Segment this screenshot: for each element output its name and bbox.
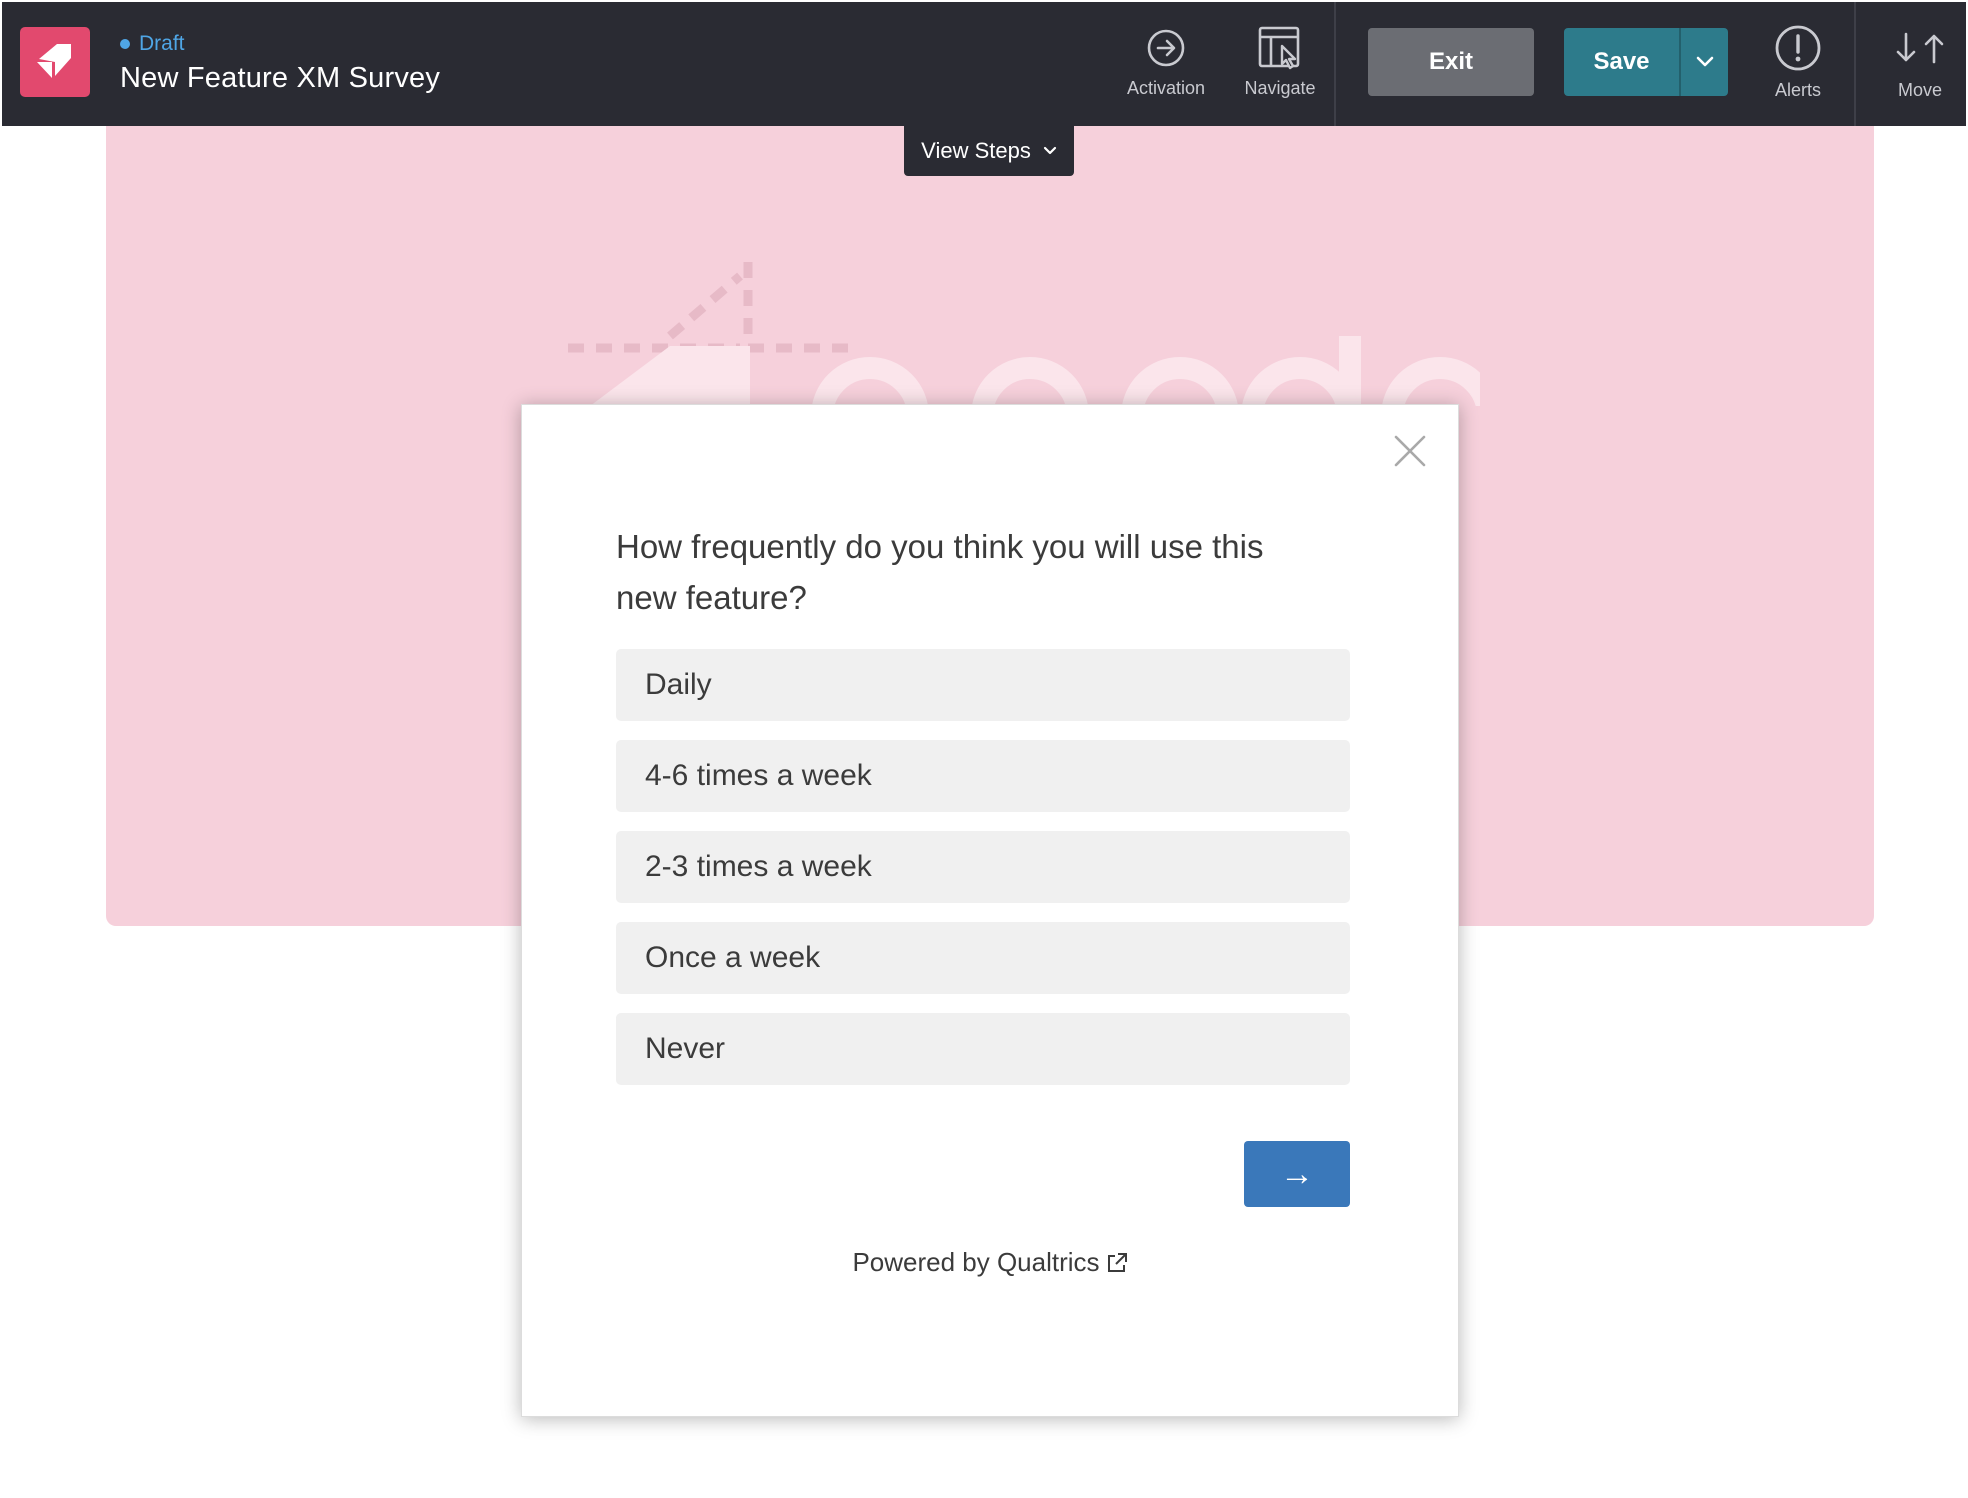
exit-button[interactable]: Exit — [1368, 28, 1534, 96]
answer-option-once-a-week[interactable]: Once a week — [616, 922, 1350, 994]
survey-question: How frequently do you think you will use… — [616, 528, 1264, 616]
chevron-down-icon — [1696, 56, 1713, 67]
toolbar-divider — [1854, 2, 1856, 126]
exclamation-circle-icon — [1775, 25, 1821, 71]
view-steps-label: View Steps — [921, 138, 1031, 163]
survey-modal: How frequently do you think you will use… — [521, 404, 1459, 1417]
arrow-up-down-icon — [1896, 32, 1944, 64]
next-button[interactable]: → — [1244, 1141, 1350, 1207]
layout-cursor-icon — [1258, 26, 1300, 70]
close-icon — [1394, 435, 1426, 467]
toolbar-divider — [1334, 2, 1336, 126]
top-toolbar: Draft New Feature XM Survey Activation N… — [2, 2, 1966, 126]
activation-button[interactable]: Activation — [1114, 2, 1218, 126]
alerts-label: Alerts — [1774, 80, 1821, 100]
close-button[interactable] — [1390, 431, 1430, 471]
save-menu-button[interactable] — [1681, 28, 1728, 96]
answer-option-daily[interactable]: Daily — [616, 649, 1350, 721]
external-link-icon — [1107, 1253, 1127, 1272]
answer-option-never[interactable]: Never — [616, 1013, 1350, 1085]
powered-by: Powered by Qualtrics — [522, 1247, 1458, 1278]
draft-dot-icon — [120, 39, 130, 49]
activation-label: Activation — [1126, 78, 1206, 98]
arrow-circle-right-icon — [1147, 29, 1185, 67]
answer-options: Daily 4-6 times a week 2-3 times a week … — [616, 649, 1350, 1104]
save-button[interactable]: Save — [1564, 28, 1679, 96]
view-steps-button[interactable]: View Steps — [904, 126, 1074, 176]
pendo-logo-icon[interactable] — [20, 27, 90, 97]
move-button[interactable]: Move — [1872, 2, 1968, 126]
chevron-down-icon — [1043, 146, 1056, 155]
guide-title: New Feature XM Survey — [120, 62, 441, 94]
alerts-button[interactable]: Alerts — [1748, 2, 1848, 126]
navigate-button[interactable]: Navigate — [1230, 2, 1330, 126]
navigate-label: Navigate — [1244, 78, 1316, 98]
draft-label: Draft — [139, 32, 185, 55]
answer-option-2-3-times-a-week[interactable]: 2-3 times a week — [616, 831, 1350, 903]
save-button-group: Save — [1564, 28, 1728, 96]
draft-status: Draft — [120, 32, 185, 56]
powered-by-link[interactable]: Powered by Qualtrics — [852, 1247, 1099, 1277]
move-label: Move — [1897, 80, 1942, 100]
pendo-watermark-icon — [568, 262, 1480, 406]
answer-option-4-6-times-a-week[interactable]: 4-6 times a week — [616, 740, 1350, 812]
